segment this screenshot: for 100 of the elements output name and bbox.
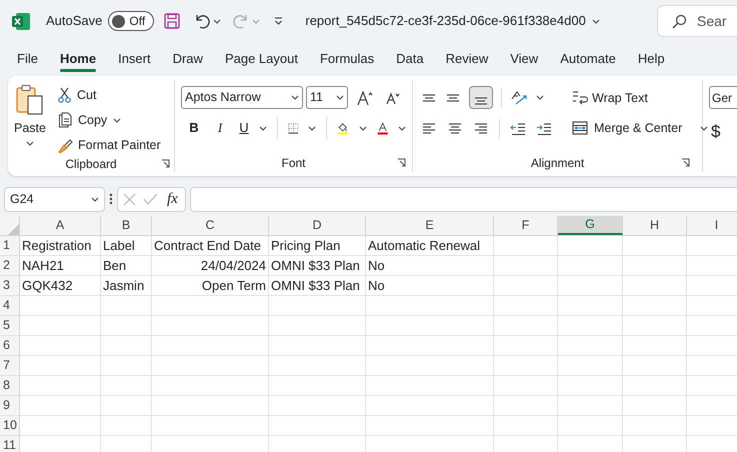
clipboard-icon xyxy=(15,84,45,116)
caret-icon[interactable] xyxy=(291,95,299,100)
borders-icon[interactable] xyxy=(288,120,298,136)
ribbon-tab[interactable]: Data xyxy=(386,45,434,73)
text-orientation-icon[interactable] xyxy=(510,90,528,106)
column-header[interactable]: D xyxy=(269,216,366,235)
ribbon-tab[interactable]: Draw xyxy=(162,45,213,73)
cell-text: Contract End Date xyxy=(154,236,261,255)
cell-text: No xyxy=(368,276,385,295)
caret-icon[interactable] xyxy=(358,126,367,130)
cell-text: Jasmin xyxy=(103,276,144,295)
column-header[interactable]: C xyxy=(152,216,269,235)
copy-button[interactable]: Copy xyxy=(58,110,108,130)
dialog-launcher-icon[interactable] xyxy=(681,158,690,167)
row-header[interactable]: 3 xyxy=(0,276,20,295)
column-header[interactable]: A xyxy=(20,216,101,235)
insert-function-button[interactable]: fx xyxy=(165,188,180,210)
row-header[interactable]: 2 xyxy=(0,256,20,275)
bottom-align-button[interactable] xyxy=(469,86,493,109)
increase-indent-icon[interactable] xyxy=(536,121,552,137)
ribbon-tab[interactable]: Help xyxy=(628,45,675,73)
cell-text: Ben xyxy=(103,256,126,275)
undo-dropdown-icon[interactable] xyxy=(213,18,222,24)
column-header[interactable]: B xyxy=(101,216,152,235)
paste-dropdown-icon[interactable] xyxy=(26,140,34,146)
undo-icon[interactable] xyxy=(194,13,210,29)
format-painter-button[interactable]: Format Painter xyxy=(58,135,161,155)
paintbrush-icon xyxy=(58,138,73,152)
checkmark-icon[interactable] xyxy=(143,193,158,205)
ribbon-tab[interactable]: File xyxy=(7,45,48,73)
underline-button[interactable]: U xyxy=(239,118,249,138)
font-color-icon[interactable] xyxy=(376,120,388,136)
bottom-align-icon xyxy=(473,97,489,105)
caret-icon[interactable] xyxy=(308,126,316,130)
row-header[interactable]: 5 xyxy=(0,316,20,335)
file-name-dropdown-icon[interactable] xyxy=(592,18,600,24)
caret-icon[interactable] xyxy=(398,126,406,130)
group-label: Clipboard xyxy=(65,156,117,173)
increase-font-size-icon[interactable] xyxy=(357,90,373,104)
dialog-launcher-icon[interactable] xyxy=(397,158,406,167)
cell-text: GQK432 xyxy=(22,276,73,295)
paste-button[interactable]: Paste xyxy=(8,82,52,155)
dialog-launcher-icon[interactable] xyxy=(161,159,170,168)
currency-format-button[interactable]: $ xyxy=(709,119,737,144)
font-size-dropdown[interactable]: 11 xyxy=(306,86,348,109)
search-field[interactable]: Sear xyxy=(657,5,737,37)
caret-icon[interactable] xyxy=(700,126,708,131)
column-header[interactable]: I xyxy=(687,216,737,235)
cell-text: OMNI $33 Plan xyxy=(271,256,360,275)
ribbon-tab[interactable]: Page Layout xyxy=(214,45,308,73)
cell-text: Registration xyxy=(22,236,92,255)
wrap-text-button[interactable]: Wrap Text xyxy=(572,87,708,109)
more-options-icon[interactable] xyxy=(109,193,113,205)
middle-align-icon[interactable] xyxy=(445,94,461,102)
cell-text: NAH21 xyxy=(22,256,64,275)
cell-text: Open Term xyxy=(202,276,266,295)
row-header[interactable]: 11 xyxy=(0,436,20,452)
ribbon-tab[interactable]: Insert xyxy=(108,45,161,73)
customize-toolbar-icon[interactable] xyxy=(274,17,284,25)
top-align-icon[interactable] xyxy=(421,94,437,102)
row-header[interactable]: 4 xyxy=(0,296,20,315)
autosave-toggle[interactable]: Off xyxy=(108,11,154,31)
ribbon-tab[interactable]: View xyxy=(500,45,548,73)
row-header[interactable]: 8 xyxy=(0,376,20,395)
cell-text: No xyxy=(368,256,385,275)
decrease-font-size-icon[interactable] xyxy=(386,92,400,104)
formula-input-field[interactable] xyxy=(190,186,737,212)
ribbon-tab[interactable]: Automate xyxy=(550,45,626,73)
copy-dropdown-icon[interactable] xyxy=(113,118,122,122)
column-header[interactable]: G xyxy=(558,216,623,235)
file-name[interactable]: report_545d5c72-ce3f-235d-06ce-961f338e4d00 xyxy=(305,11,586,31)
row-header[interactable]: 7 xyxy=(0,356,20,375)
font-name-dropdown[interactable]: Aptos Narrow xyxy=(181,86,303,109)
ribbon-tab[interactable]: Formulas xyxy=(310,45,384,73)
merge-center-button[interactable]: Merge & Center xyxy=(572,119,682,138)
column-header[interactable]: E xyxy=(366,216,494,235)
row-header[interactable]: 10 xyxy=(0,416,20,435)
italic-button[interactable]: I xyxy=(215,118,225,138)
ribbon-tab[interactable]: Home xyxy=(50,45,106,73)
caret-icon[interactable] xyxy=(536,95,544,100)
search-icon xyxy=(672,14,687,28)
row-header[interactable]: 6 xyxy=(0,336,20,355)
cut-button[interactable]: Cut xyxy=(58,85,161,105)
cell-text: Pricing Plan xyxy=(271,236,340,255)
save-icon[interactable] xyxy=(164,13,180,29)
row-header[interactable]: 1 xyxy=(0,236,20,255)
column-header[interactable]: H xyxy=(623,216,687,235)
caret-icon[interactable] xyxy=(91,196,99,202)
name-box[interactable]: G24 xyxy=(4,186,105,212)
caret-icon[interactable] xyxy=(336,95,344,100)
cell-text: OMNI $33 Plan xyxy=(271,276,360,295)
bold-button[interactable]: B xyxy=(189,118,199,138)
row-header[interactable]: 9 xyxy=(0,396,20,415)
number-format-dropdown[interactable]: Ger xyxy=(709,86,737,109)
caret-icon[interactable] xyxy=(259,126,267,130)
decrease-indent-icon[interactable] xyxy=(510,121,526,137)
cell-text: Automatic Renewal xyxy=(368,236,480,255)
wrap-text-icon xyxy=(572,90,588,106)
cell-text: 24/04/2024 xyxy=(200,256,266,275)
ribbon-tab[interactable]: Review xyxy=(436,45,498,73)
